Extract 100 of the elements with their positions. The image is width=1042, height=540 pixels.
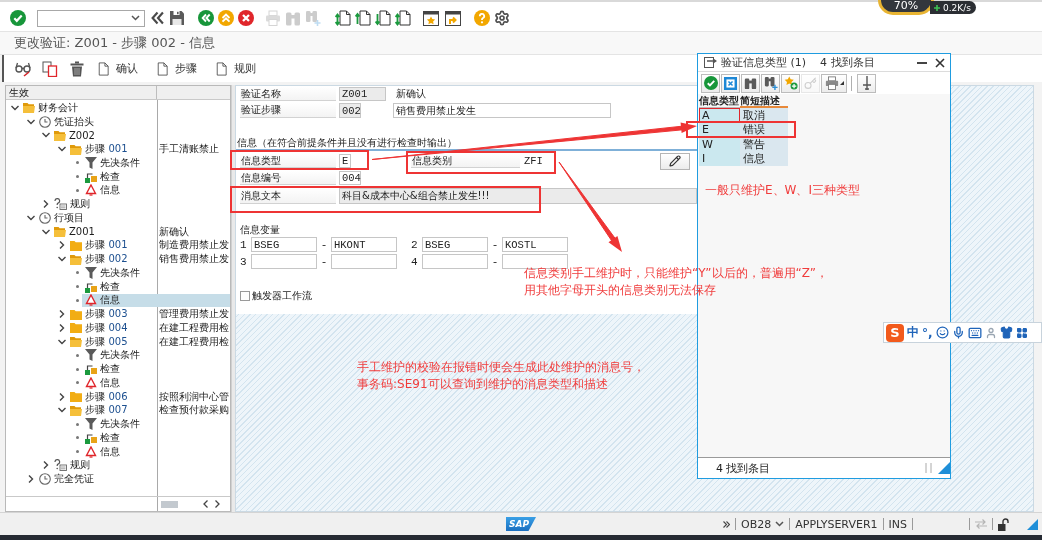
microphone-icon[interactable] (951, 326, 965, 339)
grid-icon[interactable] (1015, 326, 1028, 339)
new-session-button[interactable] (421, 8, 441, 28)
input-field[interactable]: 004 (339, 171, 361, 185)
first-page-button[interactable] (333, 8, 353, 28)
save-button[interactable] (167, 8, 187, 28)
input-field[interactable] (502, 254, 568, 269)
tree-item[interactable]: 先决条件 (82, 348, 230, 363)
popup-title: 验证信息类型 (1) (721, 55, 807, 70)
create-button[interactable]: 确认 (96, 58, 140, 79)
enter-button[interactable] (8, 8, 28, 28)
tree-item[interactable]: 信息 (82, 444, 230, 459)
next-page-button[interactable] (373, 8, 393, 28)
tree-item[interactable]: 步骤 006 (66, 389, 157, 404)
input-field[interactable]: 002 (339, 103, 361, 118)
keyboard-icon[interactable] (967, 325, 982, 340)
table-cell[interactable]: 取消 (740, 108, 788, 123)
punctuation-button[interactable]: °, (922, 325, 933, 340)
screen-title: 更改验证: Z001 - 步骤 002 - 信息 (14, 34, 216, 52)
tree-item[interactable]: 信息 (82, 376, 230, 390)
cancel-button[interactable] (721, 73, 740, 93)
tree-item[interactable]: 凭证抬头 (35, 114, 230, 129)
create-button[interactable]: 规则 (214, 58, 258, 79)
tree-item[interactable]: 规则 (51, 458, 230, 473)
close-button[interactable] (933, 55, 947, 70)
tree-item[interactable]: Z001 (51, 224, 157, 239)
tree-item[interactable]: 检查 (82, 279, 230, 294)
tree-item[interactable]: 完全凭证 (35, 472, 230, 486)
plus-icon (934, 4, 940, 11)
tree-item[interactable]: 步骤 003 (66, 307, 157, 321)
cancel-button[interactable] (236, 8, 256, 28)
input-field[interactable]: KOSTL (502, 237, 568, 252)
input-field[interactable] (331, 254, 397, 269)
tree-item[interactable]: 信息 (82, 183, 230, 198)
open-folder-icon (69, 253, 82, 265)
tree-item[interactable]: 步骤 005 (66, 334, 157, 349)
table-cell[interactable]: A (699, 108, 740, 123)
shortcut-button[interactable] (443, 8, 463, 28)
pin-button[interactable] (857, 73, 876, 93)
description-cell-text: 按照利润中心管 (158, 389, 230, 404)
edit-button[interactable] (660, 152, 690, 170)
settings-button[interactable] (492, 8, 512, 28)
find-button[interactable] (741, 73, 760, 93)
input-field[interactable]: BSEG (422, 237, 488, 252)
splitter-handle[interactable] (231, 85, 235, 512)
smiley-icon[interactable] (935, 326, 949, 339)
print-button[interactable] (821, 73, 847, 93)
input-mode-button[interactable]: 中 (907, 324, 919, 341)
input-field[interactable]: 销售费用禁止发生 (393, 103, 611, 118)
variable-number: 4 (411, 255, 419, 268)
blocks-icon (85, 363, 97, 376)
transaction-dropdown[interactable]: OB28 (741, 517, 785, 531)
input-field[interactable]: HKONT (331, 237, 397, 252)
previous-page-button[interactable] (353, 8, 373, 28)
checkbox[interactable] (240, 290, 250, 301)
tree-item[interactable]: 检查 (82, 362, 230, 376)
bullet-icon (75, 450, 79, 454)
input-field[interactable] (422, 254, 488, 269)
blocks-icon (85, 170, 97, 183)
resize-corner-icon (938, 462, 950, 474)
input-field[interactable]: BSEG (251, 237, 317, 252)
blocks-icon (85, 431, 97, 444)
tree-item[interactable]: 检查 (82, 431, 230, 445)
tree-item[interactable]: 行项目 (35, 211, 230, 225)
expand-button[interactable] (723, 520, 731, 528)
input-field[interactable]: 科目&成本中心&组合禁止发生!!! (339, 188, 697, 204)
ok-button[interactable] (701, 73, 720, 93)
copy-button[interactable] (40, 58, 60, 79)
tree-item[interactable]: 信息 (82, 293, 230, 308)
tree-item[interactable]: Z002 (51, 128, 230, 143)
tree-item[interactable]: 先决条件 (82, 156, 230, 170)
back-button[interactable] (196, 8, 216, 28)
bullet-icon (75, 367, 79, 371)
chevron-right-icon (215, 500, 220, 508)
scroll-right-button[interactable] (215, 500, 220, 508)
create-button[interactable]: 步骤 (155, 58, 199, 79)
last-page-button[interactable] (393, 8, 413, 28)
input-field[interactable] (251, 254, 317, 269)
tree-item[interactable]: 步骤 007 (66, 403, 157, 418)
tree-item[interactable]: 检查 (82, 169, 230, 184)
shirt-icon[interactable] (999, 326, 1013, 339)
input-field[interactable]: E (339, 154, 351, 168)
tree-item[interactable]: 先决条件 (82, 266, 230, 280)
input-field[interactable]: Z001 (339, 87, 386, 101)
settings-icon (494, 10, 510, 26)
tree-item[interactable]: 步骤 004 (66, 321, 157, 335)
bullet-icon (75, 188, 79, 192)
scroll-left-button[interactable] (203, 500, 208, 508)
command-field[interactable] (37, 9, 145, 27)
scrollbar-thumb[interactable] (161, 500, 178, 508)
add-favorite-button[interactable] (781, 73, 800, 93)
help-icon (474, 10, 490, 26)
find-next-button[interactable] (761, 73, 780, 93)
tree-item[interactable]: 先决条件 (82, 417, 230, 431)
tree-item[interactable]: 规则 (51, 197, 230, 211)
tree-item[interactable]: 步骤 001 (66, 142, 157, 156)
printer-icon (265, 10, 281, 26)
tree-item[interactable]: 步骤 002 (66, 252, 157, 266)
tree-item[interactable]: 财务会计 (20, 101, 230, 115)
tree-item[interactable]: 步骤 001 (66, 238, 157, 253)
